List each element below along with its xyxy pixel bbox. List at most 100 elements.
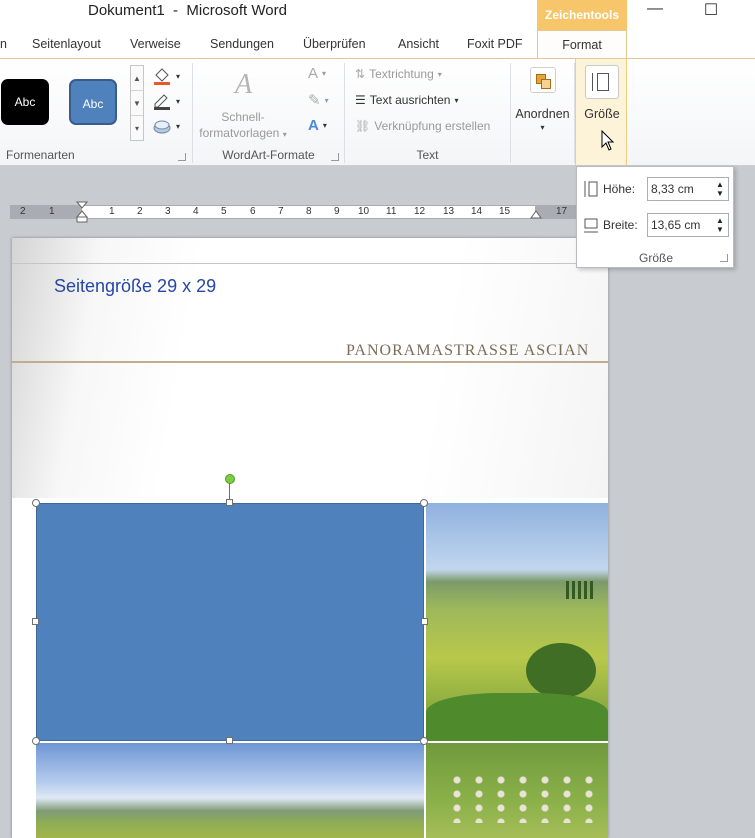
- rotation-handle[interactable]: [225, 474, 235, 484]
- ruler-tick: 13: [443, 206, 455, 217]
- text-fill-button[interactable]: A ▾: [308, 65, 326, 82]
- group-wordart: A Schnell- formatvorlagen ▾ A ▾ ✎ ▾ A ▾ Wor…: [193, 59, 344, 165]
- indent-marker-icon[interactable]: [76, 201, 88, 223]
- ruler-tick: 4: [193, 206, 199, 217]
- bushes-shape: [426, 693, 608, 741]
- title-bar: Dokument1 - Microsoft Word Zeichentools …: [0, 0, 755, 31]
- group-label-wordart: WordArt-Formate: [222, 148, 315, 162]
- resize-handle-nw[interactable]: [32, 499, 40, 507]
- horizontal-ruler[interactable]: 2 1 1 2 3 4 5 6 7 8 9 10 11 12 13 14 15 …: [0, 197, 580, 225]
- tab-seitenlayout[interactable]: Seitenlayout: [32, 37, 101, 51]
- tree-shape: [526, 643, 596, 698]
- window-title: Dokument1 - Microsoft Word: [88, 2, 287, 19]
- right-indent-marker-icon[interactable]: [530, 210, 542, 220]
- size-icon: [585, 65, 619, 99]
- width-spinner-icon[interactable]: ▲ ▼: [715, 216, 725, 234]
- shape-effects-icon: [153, 120, 171, 134]
- page-top-border: [12, 263, 608, 264]
- tab-ueberpruefen[interactable]: Überprüfen: [303, 37, 366, 51]
- height-spinner-icon[interactable]: ▲ ▼: [715, 180, 725, 198]
- wordart-quick-styles-icon: A: [233, 69, 253, 99]
- resize-handle-w[interactable]: [32, 618, 39, 625]
- text-effects-icon: A: [308, 117, 319, 134]
- height-field[interactable]: 8,33 cm ▲ ▼: [647, 177, 729, 201]
- ruler-tick: 15: [499, 206, 511, 217]
- ruler-bar: [10, 205, 580, 219]
- resize-handle-n[interactable]: [226, 499, 233, 506]
- group-label-formenarten: Formenarten: [6, 148, 75, 162]
- ruler-tick: 7: [278, 206, 284, 217]
- width-field[interactable]: 13,65 cm ▲ ▼: [647, 213, 729, 237]
- resize-handle-se[interactable]: [420, 737, 428, 745]
- size-launcher-icon[interactable]: [720, 254, 728, 262]
- ruler-tick: 11: [386, 206, 397, 217]
- ruler-tick: 5: [221, 206, 227, 217]
- arrange-icon: [530, 67, 556, 93]
- text-outline-button[interactable]: ✎ ▾: [308, 91, 329, 109]
- shape-style-blue[interactable]: Abc: [69, 79, 117, 125]
- shape-fill-button[interactable]: ▾: [152, 67, 180, 85]
- gallery-scroll: ▲ ▼ ▾: [130, 65, 144, 141]
- ribbon: Abc Abc ▲ ▼ ▾ ▾ ▾ ▾ Formenarten A Schnel…: [0, 58, 755, 166]
- resize-handle-s[interactable]: [226, 737, 233, 744]
- height-row: Höhe: 8,33 cm ▲ ▼: [583, 177, 729, 201]
- landscape-photo[interactable]: [426, 503, 608, 741]
- ruler-tick: 12: [414, 206, 426, 217]
- height-icon: [584, 181, 598, 197]
- group-text: ⇅ Textrichtung ▾ ☰ Text ausrichten ▾ ⛓ Verknü…: [345, 59, 510, 165]
- size-popup: Höhe: 8,33 cm ▲ ▼ Breite: 13,65 cm ▲ ▼ Grö…: [576, 166, 734, 268]
- group-arrange[interactable]: Anordnen ▾: [511, 59, 574, 165]
- maximize-button[interactable]: ☐: [688, 0, 734, 22]
- group-formenarten: Abc Abc ▲ ▼ ▾ ▾ ▾ ▾ Formenarten: [0, 59, 192, 165]
- quick-styles-button[interactable]: Schnell- formatvorlagen ▾: [193, 109, 293, 143]
- tab-partial[interactable]: n: [0, 37, 7, 51]
- page-size-label: Seitengröße 29 x 29: [54, 276, 217, 296]
- tab-sendungen[interactable]: Sendungen: [210, 37, 274, 51]
- resize-handle-e[interactable]: [421, 618, 428, 625]
- resize-handle-ne[interactable]: [420, 499, 428, 507]
- valley-photo[interactable]: [36, 743, 424, 838]
- heading-rule: [12, 361, 608, 363]
- create-link-button[interactable]: ⛓ Verknüpfung erstellen: [355, 119, 490, 133]
- shape-style-black[interactable]: Abc: [1, 79, 49, 125]
- ruler-tick: 2: [20, 206, 26, 217]
- tab-verweise[interactable]: Verweise: [130, 37, 181, 51]
- resize-handle-sw[interactable]: [32, 737, 40, 745]
- shape-effects-button[interactable]: ▾: [152, 117, 180, 135]
- formenarten-launcher-icon[interactable]: [178, 153, 186, 161]
- align-text-button[interactable]: ☰ Text ausrichten ▾: [355, 93, 459, 107]
- arrange-dropdown-icon: ▾: [540, 123, 545, 132]
- quick-styles-label-1: Schnell-: [221, 110, 265, 124]
- ruler-tick: 17: [556, 206, 568, 217]
- mouse-cursor-icon: [601, 130, 615, 151]
- ruler-tick: 8: [306, 206, 312, 217]
- wordart-launcher-icon[interactable]: [331, 153, 339, 161]
- tab-format[interactable]: Format: [537, 30, 627, 60]
- tab-ansicht[interactable]: Ansicht: [398, 37, 439, 51]
- selected-rectangle-shape[interactable]: [36, 503, 424, 741]
- ruler-tick: 1: [49, 206, 55, 217]
- link-icon: ⛓: [355, 119, 371, 133]
- text-effects-button[interactable]: A ▾: [308, 117, 327, 134]
- align-text-icon: ☰: [355, 93, 366, 107]
- sheep-photo[interactable]: [426, 743, 608, 838]
- gallery-more-icon[interactable]: ▾: [131, 116, 143, 141]
- gallery-down-icon[interactable]: ▼: [131, 91, 143, 116]
- ruler-tick: 1: [109, 206, 115, 217]
- text-direction-button[interactable]: ⇅ Textrichtung ▾: [355, 67, 442, 81]
- size-label: Größe: [584, 107, 620, 121]
- tab-foxit-pdf[interactable]: Foxit PDF: [467, 37, 523, 51]
- contextual-tab-group-label: Zeichentools: [537, 0, 627, 30]
- minimize-button[interactable]: —: [632, 0, 678, 22]
- cypress-row: [566, 581, 596, 599]
- ribbon-tabs: n Seitenlayout Verweise Sendungen Überpr…: [0, 30, 755, 60]
- ruler-tick: 14: [471, 206, 483, 217]
- text-fill-icon: A: [308, 65, 319, 82]
- quick-styles-label-2: formatvorlagen ▾: [199, 126, 287, 140]
- arrange-label: Anordnen: [515, 107, 570, 121]
- width-icon: [584, 218, 598, 233]
- shape-outline-button[interactable]: ▾: [152, 92, 180, 110]
- ruler-tick: 9: [334, 206, 340, 217]
- document-page[interactable]: Seitengröße 29 x 29 PANORAMASTRASSE ASCI…: [12, 238, 608, 838]
- gallery-up-icon[interactable]: ▲: [131, 66, 143, 91]
